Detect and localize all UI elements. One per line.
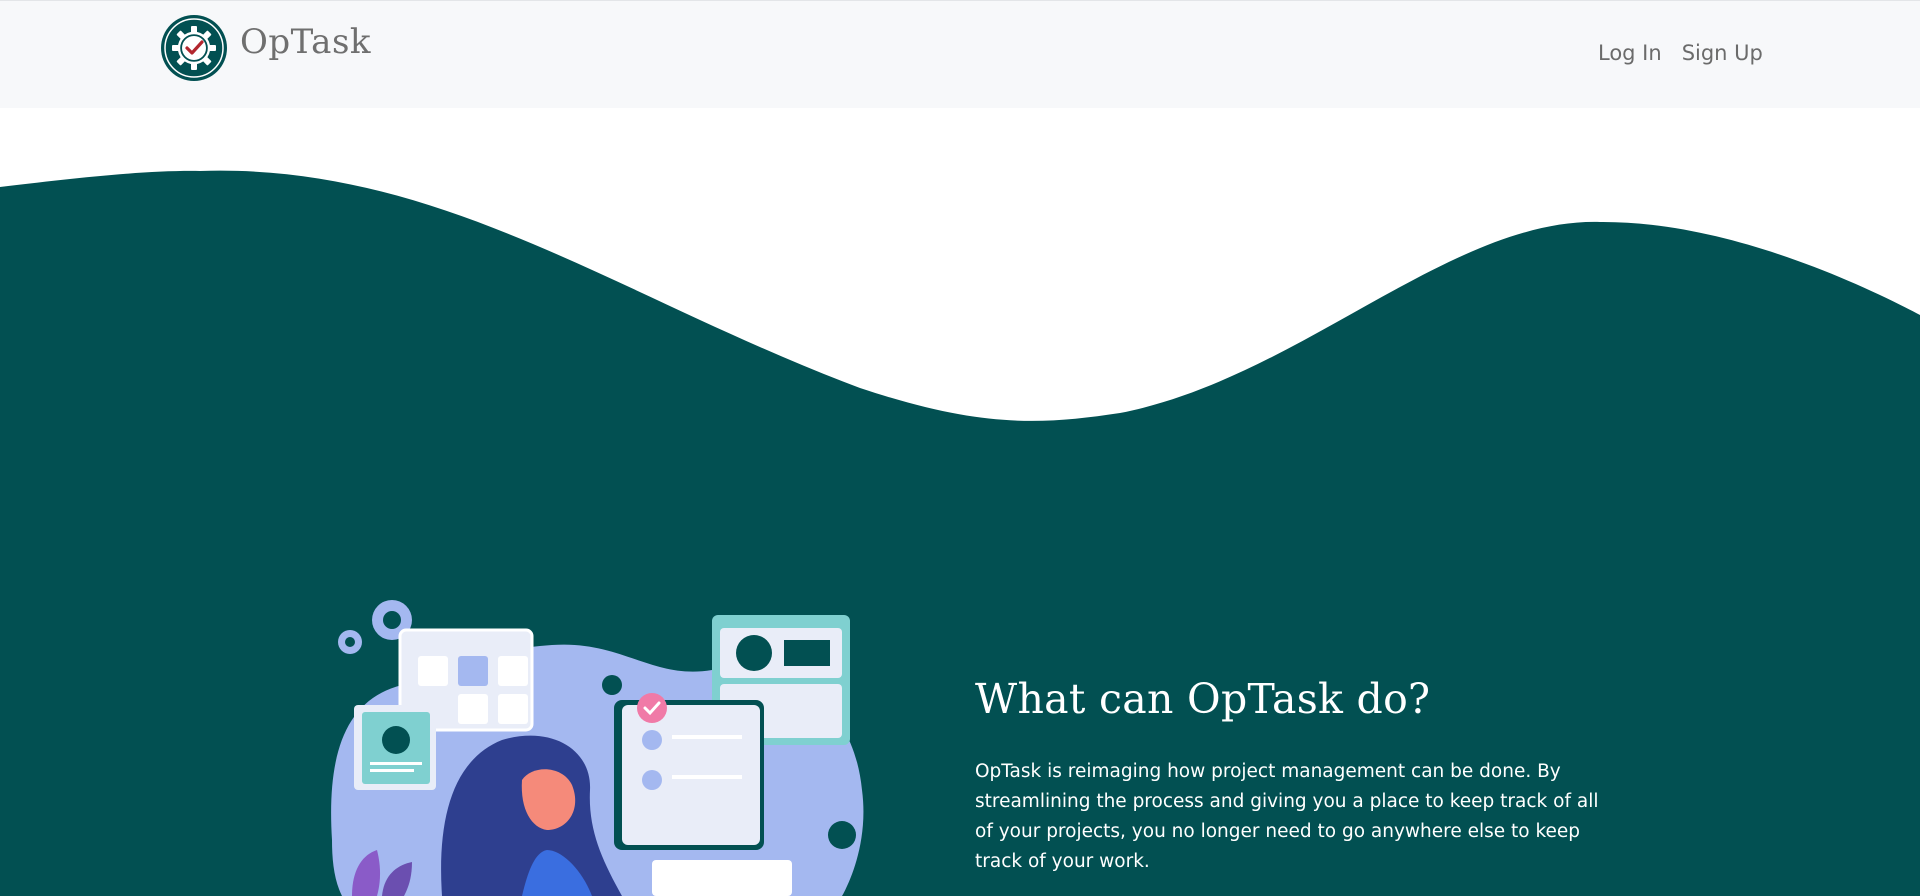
login-link[interactable]: Log In xyxy=(1598,41,1662,65)
features-section: What can OpTask do? OpTask is reimaging … xyxy=(975,675,1615,877)
hero-illustration xyxy=(331,600,864,896)
signup-link[interactable]: Sign Up xyxy=(1682,41,1763,65)
navbar: OpTask Log In Sign Up xyxy=(0,0,1920,108)
brand-name: OpTask xyxy=(240,22,371,62)
check-icon xyxy=(637,693,667,723)
hero-wave-background xyxy=(0,170,1920,896)
brand-link[interactable]: OpTask xyxy=(160,14,371,82)
section-description: OpTask is reimaging how project manageme… xyxy=(975,761,1599,872)
nav-links: Log In Sign Up xyxy=(1598,41,1763,65)
gear-check-icon xyxy=(161,15,227,81)
section-heading: What can OpTask do? xyxy=(975,675,1431,723)
